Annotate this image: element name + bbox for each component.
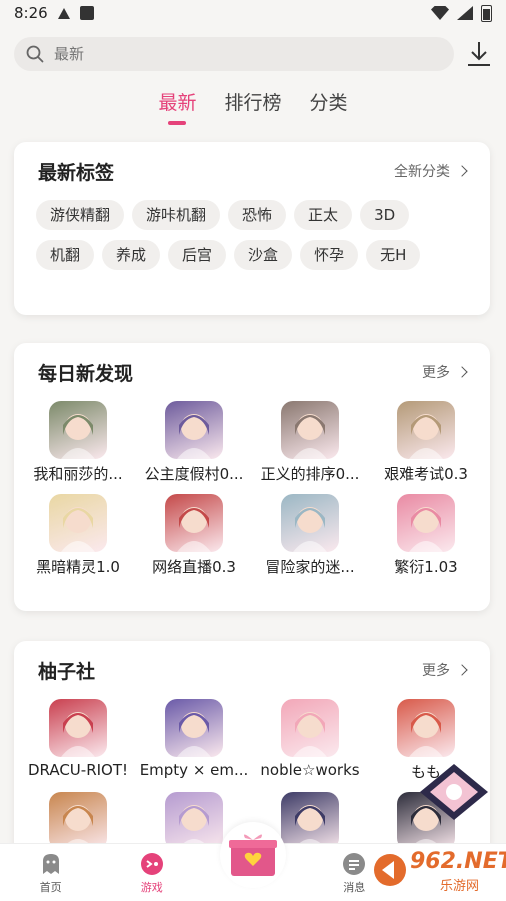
floating-event-badge[interactable] <box>418 762 490 822</box>
game-name: 我和丽莎的... <box>33 465 123 483</box>
game-item[interactable]: 正义的排序0... <box>252 401 368 484</box>
nav-home[interactable]: 首页 <box>0 844 101 901</box>
watermark-text: 962.NET <box>410 849 506 874</box>
tab-category[interactable]: 分类 <box>310 88 348 123</box>
site-watermark: 962.NET 乐游网 <box>372 845 506 895</box>
more-label: 更多 <box>422 663 450 679</box>
game-name: 网络直播0.3 <box>152 558 236 576</box>
game-name: 正义的排序0... <box>260 465 360 483</box>
tag-chip[interactable]: 机翻 <box>36 240 95 270</box>
game-item[interactable]: 我和丽莎的... <box>20 401 136 484</box>
tab-latest[interactable]: 最新 <box>158 88 196 125</box>
game-name: 公主度假村0... <box>144 465 244 483</box>
status-time: 8:26 <box>14 4 48 22</box>
latest-tags-card: 最新标签 全新分类 游侠精翻 游咔机翻 恐怖 正太 3D 机翻 养成 后宫 沙盒 怀孕 无H <box>14 142 490 315</box>
game-thumbnail <box>49 792 107 850</box>
game-thumbnail <box>397 401 455 459</box>
search-bar[interactable] <box>14 37 454 71</box>
nav-games-label: 游戏 <box>140 881 163 894</box>
tag-chip[interactable]: 无H <box>366 240 421 270</box>
tag-chip[interactable]: 后宫 <box>168 240 227 270</box>
wifi-icon <box>431 6 449 20</box>
game-name: 黑暗精灵1.0 <box>36 558 120 576</box>
gift-button[interactable] <box>220 822 286 888</box>
card-title: 每日新发现 <box>38 362 134 385</box>
game-thumbnail <box>165 792 223 850</box>
tag-chip[interactable]: 3D <box>360 200 410 230</box>
game-thumbnail <box>165 494 223 552</box>
tag-list: 游侠精翻 游咔机翻 恐怖 正太 3D 机翻 养成 后宫 沙盒 怀孕 无H <box>14 200 490 270</box>
tag-chip[interactable]: 怀孕 <box>300 240 359 270</box>
game-name: noble☆works <box>260 761 360 779</box>
status-bar: 8:26 <box>0 0 506 26</box>
game-name: 冒险家的迷... <box>265 558 355 576</box>
tag-chip[interactable]: 正太 <box>294 200 353 230</box>
chevron-right-icon <box>456 366 468 378</box>
search-input[interactable] <box>52 44 416 64</box>
tag-chip[interactable]: 沙盒 <box>234 240 293 270</box>
nav-home-label: 首页 <box>39 881 62 894</box>
battery-icon <box>481 4 492 22</box>
more-link[interactable]: 更多 <box>422 660 468 680</box>
notification-icon <box>57 7 70 19</box>
watermark-subtext: 乐游网 <box>440 879 480 894</box>
tag-chip[interactable]: 游侠精翻 <box>36 200 125 230</box>
tag-chip[interactable]: 养成 <box>102 240 161 270</box>
game-item[interactable]: 公主度假村0... <box>136 401 252 484</box>
game-item[interactable]: 冒险家的迷... <box>252 494 368 577</box>
card-title: 柚子社 <box>38 660 96 683</box>
game-thumbnail <box>397 699 455 757</box>
game-name: DRACU-RIOT! <box>27 761 129 779</box>
game-name: 繁衍1.03 <box>394 558 458 576</box>
more-label: 更多 <box>422 365 450 381</box>
game-grid: 我和丽莎的... 公主度假村0... 正义的排序0... 艰难考试0.3 黑暗精灵1.0… <box>14 401 490 577</box>
game-item[interactable]: 艰难考试0.3 <box>368 401 484 484</box>
home-icon <box>42 854 59 874</box>
search-icon <box>26 45 44 63</box>
chevron-right-icon <box>456 664 468 676</box>
game-item[interactable]: 黑暗精灵1.0 <box>20 494 136 577</box>
more-label: 全新分类 <box>394 164 450 180</box>
game-thumbnail <box>397 494 455 552</box>
game-item[interactable]: noble☆works <box>252 699 368 782</box>
game-thumbnail <box>49 699 107 757</box>
tag-chip[interactable]: 恐怖 <box>228 200 287 230</box>
app-notification-icon <box>79 6 94 20</box>
game-item[interactable]: 网络直播0.3 <box>136 494 252 577</box>
more-link[interactable]: 更多 <box>422 362 468 382</box>
game-thumbnail <box>281 401 339 459</box>
game-thumbnail <box>49 494 107 552</box>
game-thumbnail <box>281 792 339 850</box>
game-thumbnail <box>165 401 223 459</box>
nav-games[interactable]: 游戏 <box>101 844 202 901</box>
nav-messages-label: 消息 <box>343 881 366 894</box>
game-item[interactable]: Empty × em... <box>136 699 252 782</box>
chevron-right-icon <box>456 165 468 177</box>
signal-icon <box>457 6 473 20</box>
game-name: Empty × em... <box>139 761 249 779</box>
game-thumbnail <box>165 699 223 757</box>
game-name: 艰难考试0.3 <box>384 465 468 483</box>
top-tabs: 最新 排行榜 分类 <box>0 88 506 125</box>
tag-chip[interactable]: 游咔机翻 <box>132 200 221 230</box>
gamepad-icon <box>140 853 163 875</box>
tab-ranking[interactable]: 排行榜 <box>224 88 281 123</box>
message-icon <box>343 853 366 875</box>
all-categories-link[interactable]: 全新分类 <box>394 161 468 181</box>
nav-gift[interactable] <box>202 822 303 901</box>
game-thumbnail <box>281 494 339 552</box>
card-title: 最新标签 <box>38 161 115 184</box>
game-thumbnail <box>281 699 339 757</box>
daily-discovery-card: 每日新发现 更多 我和丽莎的... 公主度假村0... 正义的排序0... 艰难考试0… <box>14 343 490 611</box>
game-item[interactable]: DRACU-RIOT! <box>20 699 136 782</box>
gift-icon <box>229 834 277 876</box>
game-thumbnail <box>49 401 107 459</box>
game-item[interactable]: 繁衍1.03 <box>368 494 484 577</box>
download-icon[interactable] <box>466 40 492 68</box>
